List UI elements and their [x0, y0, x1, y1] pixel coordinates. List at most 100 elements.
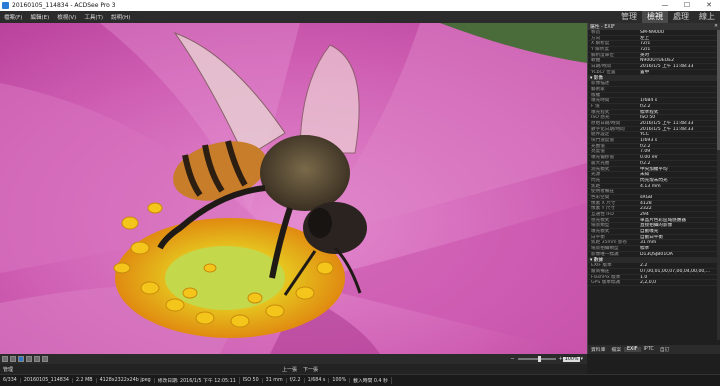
- close-button[interactable]: ✕: [698, 0, 720, 11]
- exif-key: F 值: [591, 103, 600, 109]
- tab-database[interactable]: 資料庫: [588, 346, 608, 353]
- mode-online[interactable]: 線上: [694, 11, 720, 23]
- exif-value: N900UTUEOE2: [640, 58, 675, 64]
- exif-key: Y 解析度: [591, 47, 610, 52]
- menu-edit[interactable]: 編輯(E): [26, 13, 53, 21]
- exif-key: 像素 Y 尺寸: [591, 206, 616, 211]
- exif-value: 左上: [640, 35, 650, 41]
- exif-key: 使用者備註: [591, 189, 614, 194]
- zoom-slider[interactable]: [517, 356, 556, 362]
- back-to-manage-link[interactable]: 管理: [0, 366, 13, 373]
- exif-key: 場景類型: [591, 223, 610, 229]
- exif-key: ISO 感光: [591, 115, 610, 120]
- exif-key: 曝光時間: [591, 98, 610, 103]
- mode-view[interactable]: 檢視: [642, 11, 668, 23]
- exif-value: 294: [640, 212, 649, 217]
- zoom-percent[interactable]: 100%: [562, 356, 581, 362]
- exif-list: 製造 SM-N900U 方向 左上 X 解析度 72/1 Y 解析度 72/1 解析度單位 英吋軟…: [588, 30, 720, 286]
- exif-value: f/2.2: [640, 160, 651, 166]
- exif-value: 2016/1/5 上午 11:48:33: [640, 64, 694, 69]
- save-icon[interactable]: [2, 356, 8, 362]
- status-dimensions: 4128x2322x24b jpeg: [97, 378, 155, 383]
- zoom-slider-knob[interactable]: [537, 356, 541, 362]
- exif-value: 置中: [640, 69, 650, 75]
- exif-key: 曝光偏移值: [591, 155, 614, 160]
- exif-value: 自動曝光: [640, 229, 659, 234]
- exif-key: 最大光圈: [591, 160, 610, 166]
- zoom-control: − + 100% ▾: [510, 356, 583, 362]
- menu-tools[interactable]: 工具(T): [80, 13, 107, 21]
- exif-key: 亮度值: [591, 149, 605, 155]
- rotate-right-icon[interactable]: [18, 356, 24, 362]
- image-viewer[interactable]: [0, 23, 587, 354]
- exif-value: 0.00 eV: [640, 155, 658, 160]
- menu-file[interactable]: 檔案(F): [0, 13, 26, 21]
- status-focal-length: 31 mm: [263, 378, 287, 383]
- exif-value: 中央加權平均: [640, 166, 668, 172]
- tab-custom[interactable]: 自訂: [657, 346, 673, 353]
- exif-key: 藝術家: [591, 86, 605, 92]
- exif-key: 解析度單位: [591, 52, 614, 58]
- status-load-time: 載入時間 0.4 秒: [350, 377, 392, 384]
- mode-manage[interactable]: 管理: [616, 11, 642, 23]
- exif-value: YCC: [640, 132, 649, 138]
- minimize-button[interactable]: —: [654, 0, 676, 11]
- exif-key: 軟體: [591, 58, 601, 64]
- exif-value: 1/693 s: [640, 138, 658, 143]
- exif-value: 07,00,01,00,07,00,04,00,00,...: [640, 268, 711, 274]
- title-bar: 20160105_114834 - ACDSee Pro 3 — ☐ ✕: [0, 0, 720, 11]
- exif-value: [640, 87, 720, 92]
- exif-key: 版權: [591, 92, 601, 98]
- menu-help[interactable]: 說明(H): [107, 13, 134, 21]
- menu-view[interactable]: 檢視(V): [53, 13, 80, 21]
- exif-key: 日期/時間: [591, 64, 611, 69]
- exif-key: FlashPix 版本: [591, 274, 621, 280]
- tab-exif[interactable]: EXIF: [624, 347, 641, 352]
- fullscreen-icon[interactable]: [42, 356, 48, 362]
- exif-value: 1.0: [640, 274, 648, 280]
- exif-value: 2016/1/5 上午 11:48:33: [640, 121, 694, 126]
- exif-value: 2016/1/5 上午 11:48:33: [640, 126, 694, 132]
- exif-key: 閃光: [591, 177, 601, 183]
- exif-value: ISO 50: [640, 115, 656, 120]
- status-modified-date: 修改日期: 2016/1/5 下午 12:05:11: [155, 377, 240, 384]
- maximize-button[interactable]: ☐: [676, 0, 698, 11]
- exif-value: [640, 81, 720, 86]
- previous-image-button[interactable]: 上一張: [282, 366, 297, 373]
- exif-key: 感光模式: [591, 217, 610, 223]
- properties-panel: 屬性 - EXIF ✕ 製造 SM-N900U 方向 左上 X 解析度 72/1 Y 解析度…: [587, 23, 720, 354]
- crop-icon[interactable]: [26, 356, 32, 362]
- properties-tabs: 資料庫 檔案 EXIF IPTC 自訂: [588, 345, 720, 354]
- rotate-left-icon[interactable]: [10, 356, 16, 362]
- exif-value: f/2.2: [640, 143, 651, 149]
- exif-value: SM-N900U: [640, 30, 665, 35]
- exif-key: 影像描述: [591, 81, 610, 86]
- exif-key: 數字化日期/時間: [591, 126, 625, 132]
- exif-key: 廠商備註: [591, 268, 610, 274]
- tab-file[interactable]: 檔案: [608, 346, 624, 353]
- exif-value: [640, 189, 720, 194]
- status-bar: 6/334 20160105_114834 2.2 MB 4128x2322x2…: [0, 374, 720, 386]
- zoom-dropdown-icon[interactable]: ▾: [580, 356, 583, 362]
- status-zoom: 100%: [329, 378, 351, 383]
- window-controls: — ☐ ✕: [654, 0, 720, 11]
- zoom-icon[interactable]: [34, 356, 40, 362]
- navigation-bar: 管理 上一張 下一張: [0, 364, 587, 374]
- mode-process[interactable]: 處理: [668, 11, 694, 23]
- viewer-toolbar: − + 100% ▾: [0, 354, 587, 364]
- next-image-button[interactable]: 下一張: [303, 366, 318, 373]
- exif-value: 72/1: [640, 47, 651, 52]
- close-icon[interactable]: ✕: [714, 24, 718, 29]
- properties-title: 屬性 - EXIF: [590, 25, 615, 30]
- properties-header: 屬性 - EXIF ✕: [588, 23, 720, 30]
- tab-iptc[interactable]: IPTC: [641, 347, 657, 352]
- exif-key: 焦距: [591, 183, 601, 189]
- exif-key: 快門速度值: [591, 138, 614, 143]
- acdsee-app-icon: [2, 2, 9, 9]
- zoom-out-icon[interactable]: −: [510, 356, 514, 362]
- exif-key: GPS 版本標識: [591, 280, 621, 285]
- status-aperture: f/2.2: [287, 378, 305, 383]
- exif-key: 場景拍攝類型: [591, 246, 619, 251]
- exif-value: 2,2,0,0: [640, 280, 657, 285]
- exif-value: 4.13 mm: [640, 183, 661, 189]
